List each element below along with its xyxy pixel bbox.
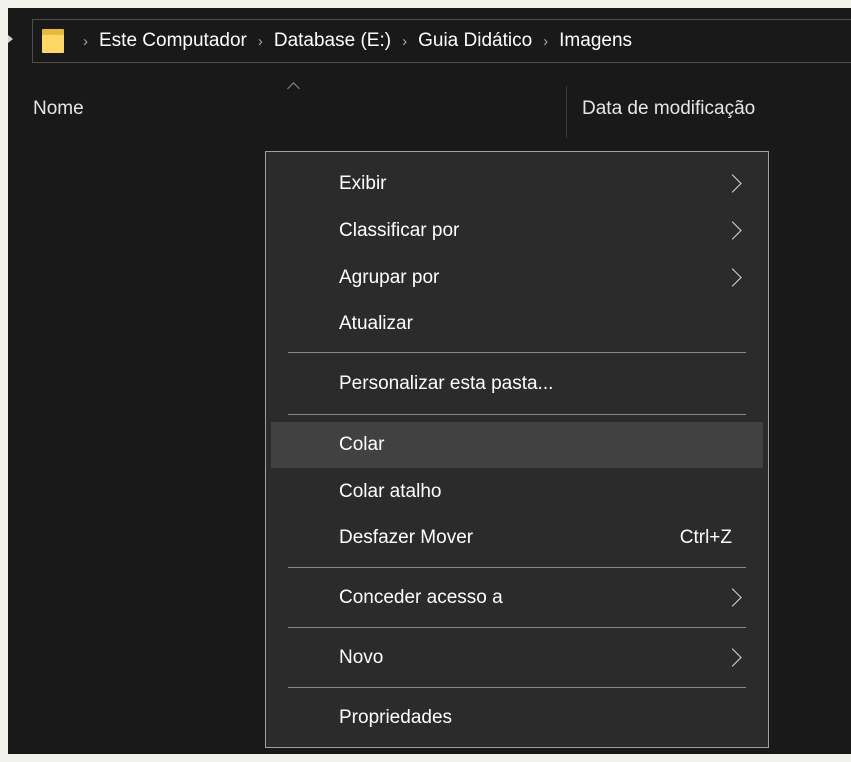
column-divider[interactable] <box>566 86 567 138</box>
back-arrow-icon[interactable] <box>8 35 13 43</box>
breadcrumb-item-este-computador[interactable]: Este Computador <box>99 30 247 52</box>
menu-item-label: Colar <box>339 434 385 455</box>
menu-item-atualizar[interactable]: Atualizar <box>271 301 763 347</box>
menu-item-agrupar-por[interactable]: Agrupar por <box>271 255 763 301</box>
menu-separator <box>288 352 746 353</box>
menu-item-label: Exibir <box>339 173 387 194</box>
menu-separator <box>288 687 746 688</box>
chevron-right-icon[interactable]: › <box>543 33 548 50</box>
menu-item-classificar-por[interactable]: Classificar por <box>271 208 763 254</box>
chevron-right-icon <box>723 174 742 193</box>
menu-item-label: Propriedades <box>339 707 453 728</box>
file-explorer-window: › Este Computador › Database (E:) › Guia… <box>8 8 851 754</box>
menu-item-colar-atalho[interactable]: Colar atalho <box>271 469 763 515</box>
sort-ascending-icon <box>287 82 300 95</box>
menu-item-label: Agrupar por <box>339 267 440 288</box>
menu-item-shortcut: Ctrl+Z <box>679 527 732 548</box>
breadcrumb-item-database[interactable]: Database (E:) <box>274 30 391 52</box>
menu-item-desfazer-mover[interactable]: Desfazer Mover Ctrl+Z <box>271 515 763 561</box>
column-header-date-modified[interactable]: Data de modificação <box>582 98 755 120</box>
chevron-right-icon <box>723 221 742 240</box>
folder-icon <box>42 29 64 53</box>
menu-item-colar[interactable]: Colar <box>271 422 763 468</box>
menu-separator <box>288 567 746 568</box>
menu-item-novo[interactable]: Novo <box>271 635 763 681</box>
chevron-right-icon[interactable]: › <box>402 33 407 50</box>
menu-item-label: Conceder acesso a <box>339 587 503 608</box>
breadcrumb-item-imagens[interactable]: Imagens <box>559 30 632 52</box>
menu-item-label: Personalizar esta pasta... <box>339 373 554 394</box>
chevron-right-icon <box>723 588 742 607</box>
address-bar[interactable]: › Este Computador › Database (E:) › Guia… <box>32 19 851 63</box>
chevron-right-icon <box>723 648 742 667</box>
chevron-right-icon[interactable]: › <box>258 33 263 50</box>
breadcrumb-item-guia-didatico[interactable]: Guia Didático <box>418 30 532 52</box>
menu-separator <box>288 627 746 628</box>
chevron-right-icon <box>723 268 742 287</box>
chevron-right-icon[interactable]: › <box>83 33 88 50</box>
menu-item-exibir[interactable]: Exibir <box>271 161 763 207</box>
context-menu: Exibir Classificar por Agrupar por Atual… <box>265 151 769 748</box>
menu-separator <box>288 414 746 415</box>
menu-item-propriedades[interactable]: Propriedades <box>271 695 763 741</box>
menu-item-label: Colar atalho <box>339 481 442 502</box>
column-header-row: Nome Data de modificação <box>8 80 851 138</box>
column-header-name[interactable]: Nome <box>33 98 84 120</box>
menu-item-label: Atualizar <box>339 313 413 334</box>
menu-item-label: Classificar por <box>339 220 460 241</box>
menu-item-conceder-acesso[interactable]: Conceder acesso a <box>271 575 763 621</box>
menu-item-label: Novo <box>339 647 384 668</box>
menu-item-label: Desfazer Mover <box>339 527 474 548</box>
menu-item-personalizar-pasta[interactable]: Personalizar esta pasta... <box>271 361 763 407</box>
